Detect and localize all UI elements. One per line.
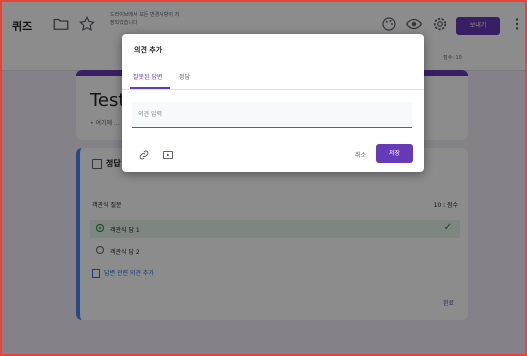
tab-correct-answer[interactable]: 정답 [179,72,190,81]
save-button[interactable]: 저장 [376,144,413,163]
dialog-title: 의견 추가 [134,46,163,54]
feedback-input[interactable] [132,102,412,128]
link-icon[interactable] [138,149,150,161]
screenshot-frame: 퀴즈 드라이브에서 모든 변경사항이 저 장되었습니다 보내기 점수: 10 T… [0,0,527,356]
cancel-button[interactable]: 취소 [355,150,366,159]
video-icon[interactable] [162,149,174,161]
tab-incorrect-answer[interactable]: 잘못된 답변 [133,72,163,81]
tabs-divider [122,89,424,90]
add-feedback-dialog: 의견 추가 잘못된 답변 정답 취소 저장 [122,34,424,172]
